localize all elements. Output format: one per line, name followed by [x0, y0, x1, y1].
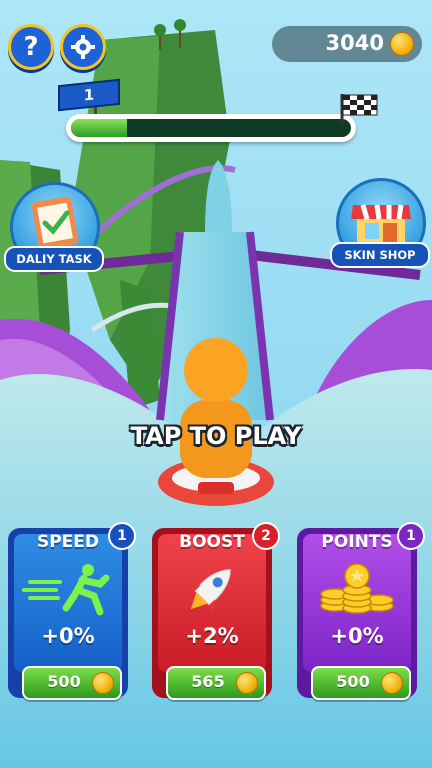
coin-icon: [92, 672, 114, 694]
progress-fill: [71, 119, 127, 137]
points-price: 500: [336, 672, 370, 691]
speed-value: +0%: [41, 624, 95, 648]
coin-counter: 3040: [272, 26, 422, 62]
settings-button[interactable]: [60, 24, 106, 70]
points-buy-button[interactable]: 500: [311, 666, 411, 700]
coin-icon: [390, 32, 414, 56]
finish-flag-icon: [340, 94, 378, 126]
speed-level-badge: 1: [108, 522, 136, 550]
boost-buy-button[interactable]: 565: [166, 666, 266, 700]
question-icon: ?: [23, 32, 39, 62]
boost-upgrade-card[interactable]: BOOST 2 +2% 565: [152, 522, 280, 700]
speed-price: 500: [47, 672, 81, 691]
skin-shop-label: SKIN SHOP: [330, 242, 430, 268]
coin-amount: 3040: [325, 31, 384, 55]
boost-value: +2%: [185, 624, 239, 648]
points-value: +0%: [330, 624, 384, 648]
points-upgrade-card[interactable]: POINTS 1 +0% 500: [297, 522, 425, 700]
boost-price: 565: [191, 672, 225, 691]
skin-shop-button[interactable]: SKIN SHOP: [330, 178, 430, 268]
level-progress-bar: [66, 114, 356, 142]
tap-to-play-prompt[interactable]: TAP TO PLAY: [0, 422, 432, 450]
points-level-badge: 1: [397, 522, 425, 550]
rocket-icon: [187, 569, 231, 613]
help-button[interactable]: ?: [8, 24, 54, 70]
daily-task-button[interactable]: DALIY TASK: [4, 182, 104, 272]
running-man-icon: [22, 564, 110, 616]
coin-stack-icon: [320, 563, 394, 614]
gear-icon: [71, 35, 95, 59]
speed-upgrade-card[interactable]: SPEED 1 +0% 500: [8, 522, 136, 700]
progress-track: [71, 119, 351, 137]
coin-icon: [381, 672, 403, 694]
coin-icon: [236, 672, 258, 694]
boost-level-badge: 2: [252, 522, 280, 550]
daily-task-label: DALIY TASK: [4, 246, 104, 272]
speed-buy-button[interactable]: 500: [22, 666, 122, 700]
